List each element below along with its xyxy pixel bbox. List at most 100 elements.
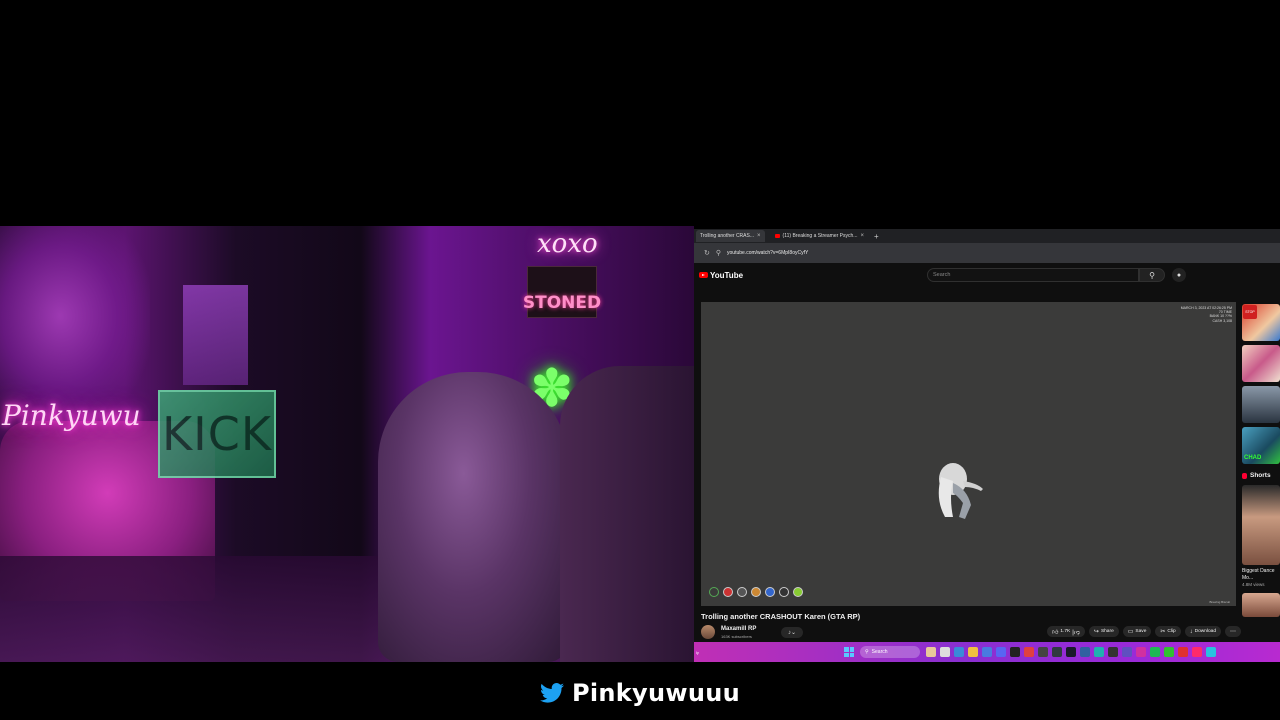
app-icon[interactable] [1010, 647, 1020, 657]
like-button[interactable]: 👍︎ 1.7K |👎︎ [1047, 626, 1085, 637]
hud-icon [779, 587, 789, 597]
app-icon[interactable] [1080, 647, 1090, 657]
game-character [938, 463, 983, 519]
site-info-icon[interactable]: ⚲ [716, 249, 721, 257]
channel-avatar[interactable] [701, 625, 715, 639]
video-player[interactable]: MARCH 3, 2023 AT 02:26:25 PM 70 TIME BAN… [701, 302, 1236, 606]
second-person [560, 366, 694, 662]
wall-poster [183, 285, 248, 385]
app-icon[interactable] [1108, 647, 1118, 657]
app-icon[interactable] [940, 647, 950, 657]
recommendations-sidebar: STOP CHAD Shorts Biggest Dance Mo... 4.8… [1242, 304, 1280, 644]
app-icon[interactable] [1066, 647, 1076, 657]
reload-icon[interactable]: ↻ [704, 249, 710, 257]
download-icon: ↓ [1189, 628, 1193, 635]
notification-bell-button[interactable]: ♪ ⌄ [781, 627, 803, 638]
youtube-play-icon [699, 272, 708, 278]
download-label: Download [1194, 629, 1216, 634]
close-tab-icon[interactable]: × [757, 233, 761, 239]
close-tab-icon[interactable]: × [860, 233, 864, 239]
clip-label: Clip [1167, 629, 1176, 634]
share-button[interactable]: ↪ Share [1088, 626, 1119, 637]
twitter-handle: Pinkyuwuuu [571, 679, 741, 707]
stoned-sign-text: STONED [522, 293, 602, 313]
taskbar-widget-text: ly [696, 649, 699, 655]
recommended-video-thumbnail[interactable]: STOP [1242, 304, 1280, 341]
microphone-icon[interactable]: ● [1172, 268, 1186, 282]
youtube-logo[interactable]: YouTube [699, 271, 743, 280]
youtube-header: YouTube Search ⚲ ● [694, 263, 1280, 287]
app-icon[interactable] [1136, 647, 1146, 657]
shorts-icon [1242, 472, 1247, 479]
youtube-logo-text: YouTube [710, 270, 744, 280]
download-button[interactable]: ↓ Download [1184, 626, 1221, 637]
search-icon[interactable]: ⚲ [1139, 268, 1165, 282]
short-video-thumbnail[interactable] [1242, 593, 1280, 617]
app-icon[interactable] [1052, 647, 1062, 657]
subscriber-count: 163K subscribers [721, 634, 752, 639]
app-icon[interactable] [1164, 647, 1174, 657]
app-icon[interactable] [1122, 647, 1132, 657]
share-label: Share [1100, 629, 1114, 634]
app-icon[interactable] [1206, 647, 1216, 657]
app-icon[interactable] [926, 647, 936, 657]
hud-icon [737, 587, 747, 597]
like-count: 1.7K [1060, 629, 1071, 634]
url-field[interactable]: youtube.com/watch?v=6MpI8oyCyfY [727, 250, 808, 256]
taskbar-search-label: Search [871, 649, 888, 655]
app-icon[interactable] [1094, 647, 1104, 657]
scissors-icon: ✂ [1160, 629, 1166, 635]
app-icon[interactable] [954, 647, 964, 657]
app-icon[interactable] [1038, 647, 1048, 657]
save-button[interactable]: ▭ Save [1122, 626, 1152, 637]
neon-sign-xoxo: xoxo [537, 229, 598, 259]
discord-icon[interactable] [996, 647, 1006, 657]
hud-icon [723, 587, 733, 597]
twitter-bird-icon [539, 683, 564, 703]
chad-badge: CHAD [1244, 455, 1262, 461]
wall-art [0, 226, 150, 426]
taskbar-apps [926, 647, 1216, 657]
channel-row: Maxamill RP 163K subscribers ♪ ⌄ 👍︎ 1.7K |👎… [701, 625, 1241, 641]
app-icon[interactable] [1024, 647, 1034, 657]
tab-trolling-video[interactable]: Trolling another CRAS... × [696, 230, 765, 242]
spotify-icon[interactable] [1150, 647, 1160, 657]
folder-icon[interactable] [968, 647, 978, 657]
game-ability-bar [709, 587, 803, 597]
app-icon[interactable] [1178, 647, 1188, 657]
app-icon[interactable] [1192, 647, 1202, 657]
more-actions-button[interactable]: ⋯ [1225, 626, 1241, 637]
stop-badge: STOP [1243, 305, 1257, 319]
address-bar: ↻ ⚲ youtube.com/watch?v=6MpI8oyCyfY [694, 243, 1280, 263]
clip-button[interactable]: ✂ Clip [1155, 626, 1181, 637]
windows-start-icon[interactable] [844, 647, 854, 657]
recommended-video-thumbnail[interactable] [1242, 386, 1280, 423]
short-views: 4.8M views [1242, 582, 1265, 587]
save-label: Save [1135, 629, 1147, 634]
new-tab-icon[interactable]: + [874, 232, 879, 241]
search-input[interactable]: Search [927, 268, 1139, 282]
search-icon: ⚲ [865, 649, 869, 655]
short-title[interactable]: Biggest Dance Mo... [1242, 568, 1280, 582]
app-icon[interactable] [982, 647, 992, 657]
thumbs-down-icon[interactable]: |👎︎ [1072, 628, 1080, 636]
shorts-label: Shorts [1250, 472, 1271, 479]
short-video-thumbnail[interactable] [1242, 485, 1280, 565]
tab-bar: Trolling another CRAS... × (11) Breaking… [694, 229, 1280, 243]
hud-line: CASH 3,108 [1212, 318, 1232, 323]
browser-window: Trolling another CRAS... × (11) Breaking… [694, 229, 1280, 662]
taskbar-search-input[interactable]: ⚲ Search [860, 646, 920, 658]
share-icon: ↪ [1093, 629, 1099, 635]
game-hud-text: MARCH 3, 2023 AT 02:26:25 PM 70 TIME BAN… [1172, 306, 1232, 323]
channel-name[interactable]: Maxamill RP [721, 626, 756, 632]
tab-breaking-streamer[interactable]: (11) Breaking a Streamer Psych... × [771, 230, 868, 242]
recommended-video-thumbnail[interactable]: CHAD [1242, 427, 1280, 464]
recommended-video-thumbnail[interactable] [1242, 345, 1280, 382]
neon-sign-pinkyuwu: Pinkyuwu [2, 399, 141, 432]
hud-icon [793, 587, 803, 597]
social-handle-banner: Pinkyuwuuu [0, 675, 1280, 711]
shorts-section-header: Shorts [1242, 472, 1280, 479]
streamer-person [378, 372, 568, 662]
bell-icon: ♪ [787, 629, 791, 636]
hud-icon [751, 587, 761, 597]
